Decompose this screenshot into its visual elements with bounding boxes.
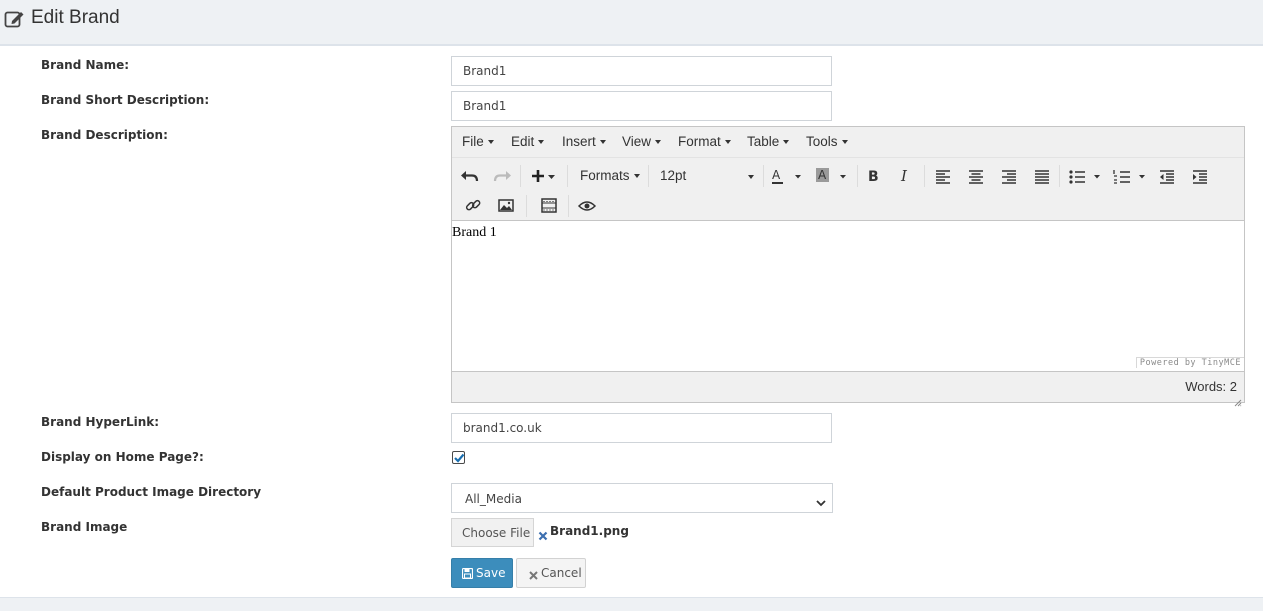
toolbar-separator xyxy=(567,165,568,187)
align-center-icon[interactable] xyxy=(963,165,989,187)
cancel-label: Cancel xyxy=(541,566,582,580)
formats-dropdown[interactable]: Formats xyxy=(580,168,640,183)
choose-file-button[interactable]: Choose File xyxy=(451,518,534,547)
save-button[interactable]: Save xyxy=(451,558,513,588)
hyperlink-label: Brand HyperLink: xyxy=(41,415,160,429)
insert-plus-icon[interactable] xyxy=(528,165,560,187)
indent-icon[interactable] xyxy=(1187,165,1213,187)
rich-text-editor: File Edit Insert View Format Table Tools… xyxy=(451,126,1245,407)
page-header: Edit Brand xyxy=(0,0,1263,46)
toolbar-separator xyxy=(763,165,764,187)
brand-name-input[interactable]: Brand1 xyxy=(451,56,832,86)
editor-statusbar: Words: 2 xyxy=(452,372,1244,407)
description-label: Brand Description: xyxy=(41,128,168,142)
edit-icon xyxy=(4,8,26,30)
preview-eye-icon[interactable] xyxy=(574,195,600,217)
cancel-button[interactable]: Cancel xyxy=(516,558,586,588)
menu-format[interactable]: Format xyxy=(678,134,731,149)
menu-file[interactable]: File xyxy=(462,134,494,149)
file-name: Brand1.png xyxy=(550,524,629,538)
remove-file-icon[interactable] xyxy=(538,526,548,545)
brand-name-value: Brand1 xyxy=(463,64,507,78)
toolbar-separator xyxy=(857,165,858,187)
font-size-dropdown[interactable]: 12pt xyxy=(660,168,754,183)
svg-text:A: A xyxy=(772,168,781,182)
save-icon xyxy=(461,567,474,582)
editor-toolbar: Formats 12pt A A B I xyxy=(452,157,1244,219)
hyperlink-input[interactable]: brand1.co.uk xyxy=(451,413,832,443)
media-icon[interactable] xyxy=(536,195,562,217)
editor-content-text: Brand 1 xyxy=(452,225,497,240)
toolbar-separator xyxy=(520,165,521,187)
save-label: Save xyxy=(476,566,506,580)
brand-name-label: Brand Name: xyxy=(41,58,130,72)
italic-icon[interactable]: I xyxy=(892,165,918,187)
image-directory-value: All_Media xyxy=(465,492,522,506)
editor-content-area[interactable]: Brand 1 Powered by TinyMCE xyxy=(452,220,1244,372)
image-directory-select[interactable]: All_Media xyxy=(451,483,833,513)
outdent-icon[interactable] xyxy=(1154,165,1180,187)
checkmark-icon xyxy=(454,453,465,463)
short-description-input[interactable]: Brand1 xyxy=(451,91,832,121)
toolbar-separator xyxy=(648,165,649,187)
choose-file-label: Choose File xyxy=(462,526,531,540)
svg-text:B: B xyxy=(868,169,879,185)
editor-menubar: File Edit Insert View Format Table Tools xyxy=(452,127,1244,158)
background-color-icon[interactable]: A xyxy=(812,165,852,187)
svg-text:A: A xyxy=(818,168,827,182)
menu-insert[interactable]: Insert xyxy=(562,134,606,149)
align-right-icon[interactable] xyxy=(996,165,1022,187)
image-directory-label: Default Product Image Directory xyxy=(41,485,262,499)
chevron-down-icon xyxy=(815,493,827,512)
undo-icon[interactable] xyxy=(457,165,483,187)
svg-text:I: I xyxy=(900,167,908,185)
page-footer xyxy=(0,597,1263,611)
align-left-icon[interactable] xyxy=(930,165,956,187)
menu-tools[interactable]: Tools xyxy=(806,134,848,149)
menu-view[interactable]: View xyxy=(622,134,662,149)
link-icon[interactable] xyxy=(461,195,487,217)
close-icon xyxy=(529,569,538,583)
bullet-list-icon[interactable] xyxy=(1064,165,1104,187)
toolbar-separator xyxy=(924,165,925,187)
display-home-label: Display on Home Page?: xyxy=(41,450,204,464)
numbered-list-icon[interactable] xyxy=(1109,165,1149,187)
toolbar-separator xyxy=(1059,165,1060,187)
image-icon[interactable] xyxy=(493,195,519,217)
hyperlink-value: brand1.co.uk xyxy=(463,421,542,435)
toolbar-separator xyxy=(526,195,527,217)
resize-handle-icon[interactable] xyxy=(1234,392,1242,407)
short-description-label: Brand Short Description: xyxy=(41,93,210,107)
toolbar-separator xyxy=(568,195,569,217)
text-color-icon[interactable]: A xyxy=(767,165,807,187)
display-home-checkbox[interactable] xyxy=(452,451,465,464)
menu-edit[interactable]: Edit xyxy=(511,134,545,149)
bold-icon[interactable]: B xyxy=(860,165,886,187)
page-title: Edit Brand xyxy=(31,7,120,28)
short-description-value: Brand1 xyxy=(463,99,507,113)
redo-icon[interactable] xyxy=(489,165,515,187)
align-justify-icon[interactable] xyxy=(1029,165,1055,187)
powered-by-label: Powered by TinyMCE xyxy=(1135,357,1244,368)
menu-table[interactable]: Table xyxy=(747,134,790,149)
word-count: Words: 2 xyxy=(1185,379,1237,394)
brand-image-label: Brand Image xyxy=(41,520,128,534)
